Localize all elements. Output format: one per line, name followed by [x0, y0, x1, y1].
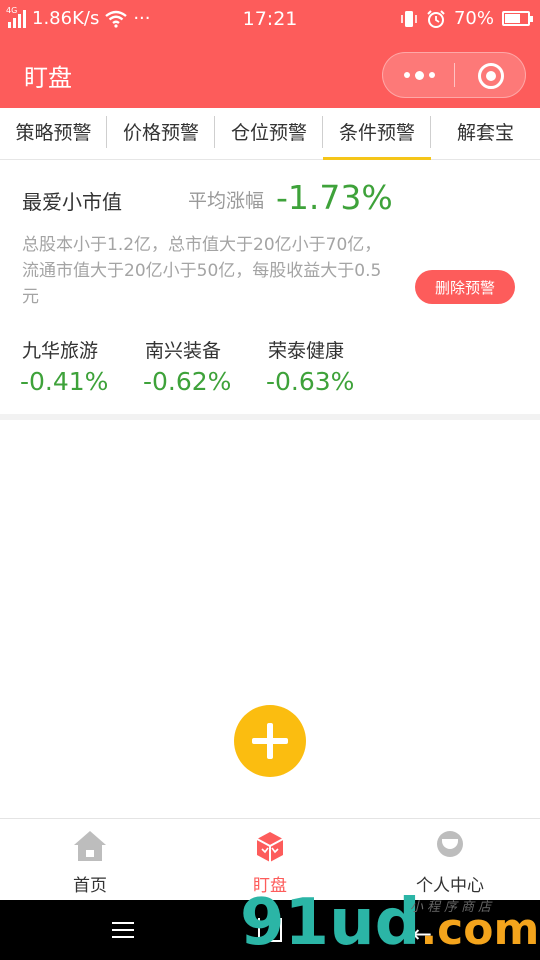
cube-icon — [256, 832, 284, 862]
close-target-icon[interactable] — [478, 63, 504, 89]
stock-item[interactable]: 荣泰健康 -0.63% — [266, 336, 389, 396]
tab-label: 解套宝 — [456, 122, 514, 144]
avg-change-label: 平均涨幅 — [188, 190, 265, 212]
status-bar: 4G 1.86K/s ··· 17:21 70% — [0, 0, 540, 40]
tab-label: 策略预警 — [15, 122, 92, 144]
stock-change: -0.63% — [266, 367, 355, 396]
condition-alert-card[interactable]: 最爱小市值 平均涨幅 -1.73% 总股本小于1.2亿，总市值大于20亿小于70… — [0, 160, 540, 414]
tab-condition-alert[interactable]: 条件预警 — [323, 108, 431, 160]
stock-item[interactable]: 南兴装备 -0.62% — [143, 336, 266, 396]
stock-change: -0.62% — [143, 367, 232, 396]
tab-price-alert[interactable]: 价格预警 — [107, 108, 215, 160]
more-menu-button[interactable] — [383, 53, 455, 97]
tab-label: 条件预警 — [338, 122, 415, 144]
tab-unlock-treasure[interactable]: 解套宝 — [431, 108, 540, 160]
stock-name: 荣泰健康 — [268, 340, 345, 362]
alarm-icon — [427, 9, 445, 28]
watermark-logo-text: 91ud — [240, 886, 421, 960]
avg-change-value: -1.73% — [276, 178, 393, 217]
stock-name: 九华旅游 — [22, 340, 99, 362]
tab-label: 仓位预警 — [230, 122, 307, 144]
alert-tabs: 策略预警 价格预警 仓位预警 条件预警 解套宝 — [0, 108, 540, 160]
watermark-subtitle: 小程序商店 — [410, 900, 496, 915]
add-alert-button[interactable] — [234, 705, 306, 777]
tabbar-home[interactable]: 首页 — [0, 819, 180, 901]
home-icon — [74, 831, 106, 863]
stock-item[interactable]: 九华旅游 -0.41% — [20, 336, 143, 396]
alert-name: 最爱小市值 — [22, 190, 122, 214]
card-separator — [0, 414, 540, 420]
title-bar: 盯盘 — [0, 40, 540, 108]
delete-alert-button[interactable]: 删除预警 — [415, 270, 515, 304]
stock-name: 南兴装备 — [145, 340, 222, 362]
stock-change: -0.41% — [20, 367, 109, 396]
mini-program-capsule — [382, 52, 526, 98]
profile-icon — [434, 831, 466, 863]
tab-label: 价格预警 — [122, 122, 199, 144]
page-title: 盯盘 — [24, 64, 72, 92]
battery-percent: 70% — [453, 8, 494, 29]
tab-position-alert[interactable]: 仓位预警 — [215, 108, 323, 160]
menu-icon[interactable] — [112, 922, 134, 938]
tabbar-label: 首页 — [73, 876, 107, 896]
tab-strategy-alert[interactable]: 策略预警 — [0, 108, 107, 160]
stock-list: 九华旅游 -0.41% 南兴装备 -0.62% 荣泰健康 -0.63% — [20, 336, 389, 396]
alert-condition-text: 总股本小于1.2亿，总市值大于20亿小于70亿，流通市值大于20亿小于50亿，每… — [22, 235, 382, 307]
vibrate-icon — [401, 10, 417, 27]
battery-icon — [502, 11, 533, 26]
